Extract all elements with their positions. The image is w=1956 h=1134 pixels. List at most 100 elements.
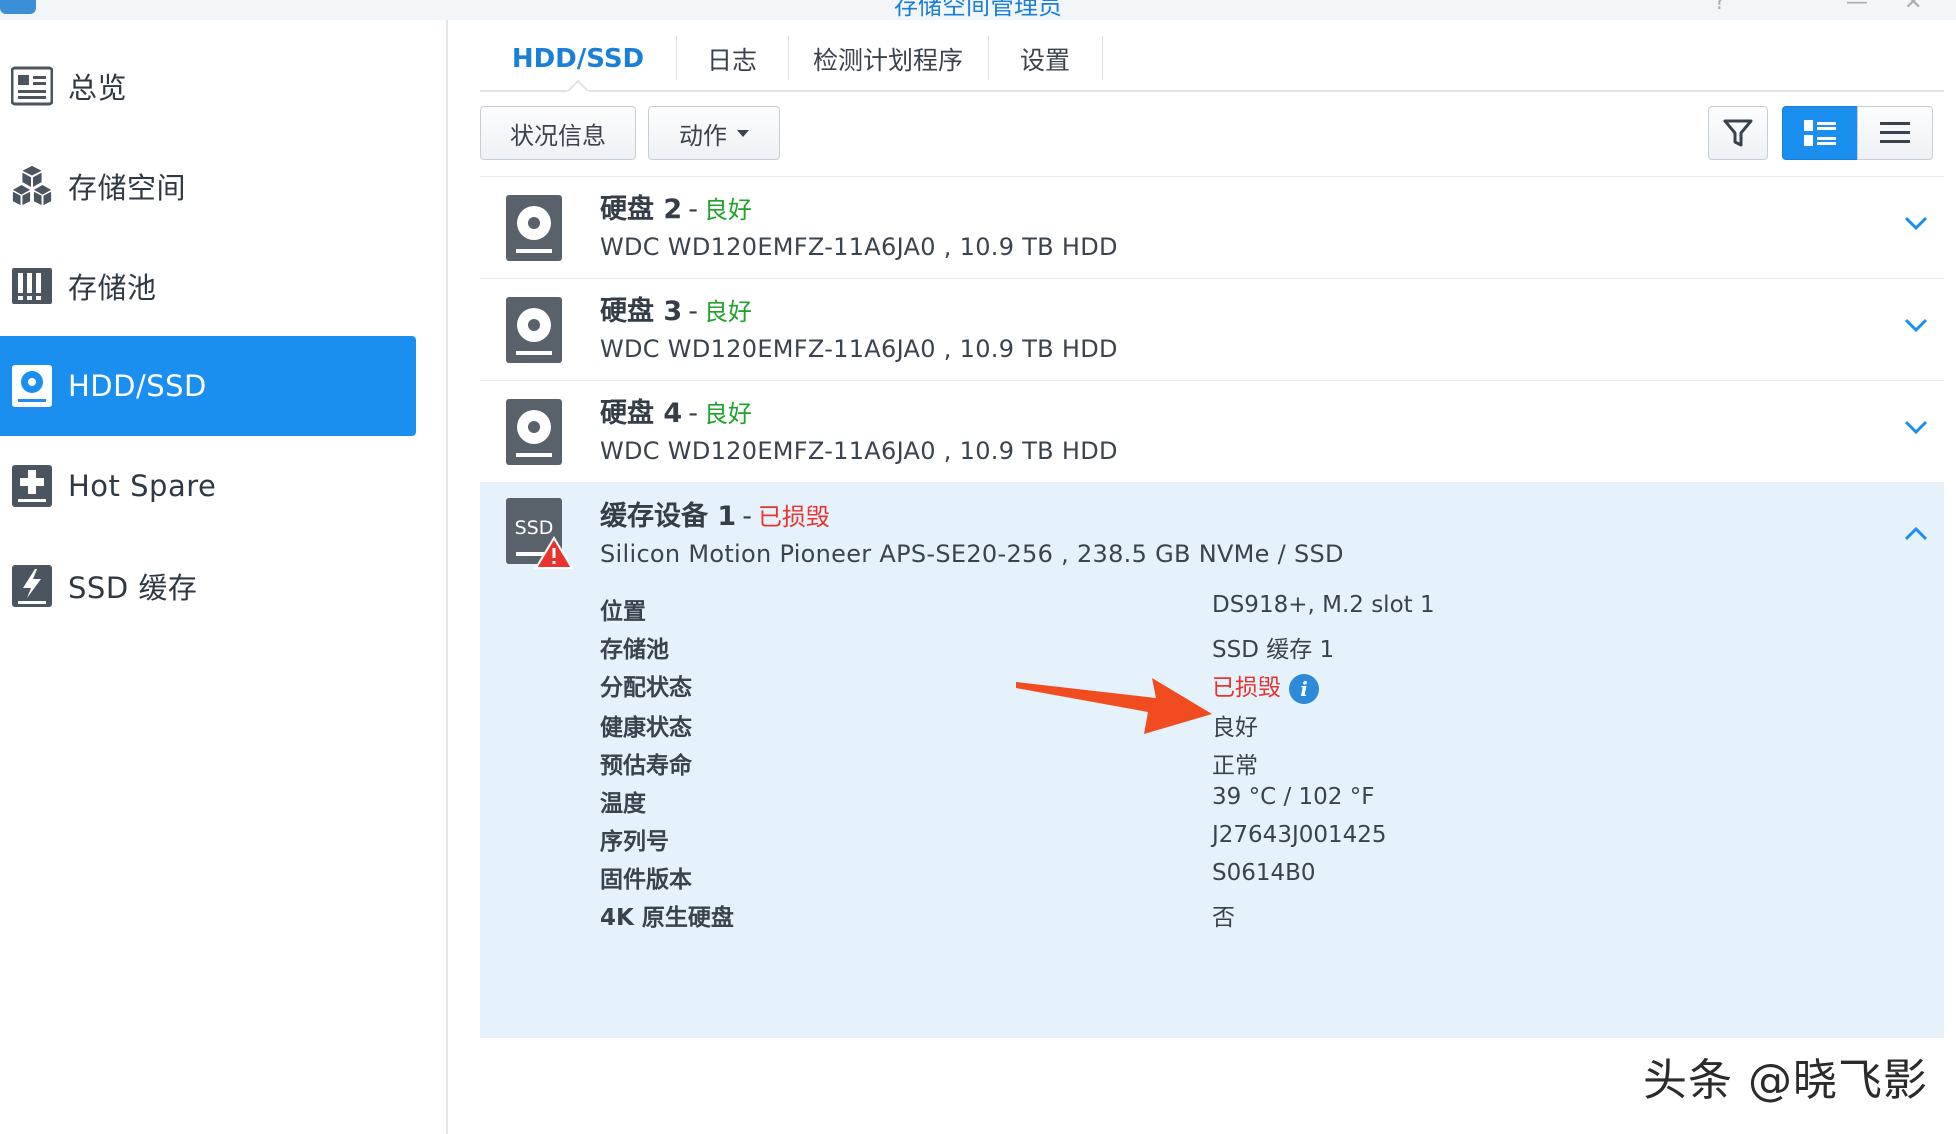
- ssd-cache-icon: [10, 564, 54, 608]
- detail-value: J27643J001425: [1212, 822, 1387, 848]
- detail-value: 39 °C / 102 °F: [1212, 784, 1375, 810]
- tab-label: 设置: [1019, 46, 1070, 75]
- disk-model: WDC WD120EMFZ-11A6JA0 , 10.9 TB HDD: [600, 335, 1118, 363]
- chevron-up-icon[interactable]: [1904, 526, 1928, 542]
- detail-view-button[interactable]: [1782, 106, 1858, 160]
- chevron-down-icon[interactable]: [1904, 215, 1928, 231]
- info-icon[interactable]: i: [1289, 673, 1319, 704]
- sidebar-item-storage-space[interactable]: 存储空间: [0, 136, 416, 236]
- detail-view-icon: [1804, 120, 1836, 146]
- sidebar-item-hot-spare[interactable]: Hot Spare: [0, 436, 416, 536]
- detail-value: DS918+, M.2 slot 1: [1212, 592, 1435, 618]
- detail-key: 温度: [600, 791, 646, 817]
- overview-icon: [10, 64, 54, 108]
- detail-row-storage-pool: 存储池 SSD 缓存 1: [600, 630, 1900, 670]
- tab-settings[interactable]: 设置: [988, 28, 1102, 90]
- tab-test-scheduler[interactable]: 检测计划程序: [788, 28, 988, 90]
- disk-name: 硬盘 2: [600, 194, 683, 225]
- sidebar-item-overview[interactable]: 总览: [0, 36, 416, 136]
- status-info-button[interactable]: 状况信息: [480, 106, 636, 160]
- detail-row-firmware: 固件版本 S0614B0: [600, 860, 1900, 900]
- disk-model: WDC WD120EMFZ-11A6JA0 , 10.9 TB HDD: [600, 233, 1118, 261]
- cache-device-title: 缓存设备 1- 已损毁: [600, 501, 830, 532]
- detail-row-temperature: 温度 39 °C / 102 °F: [600, 784, 1900, 824]
- close-icon[interactable]: ✕: [1904, 0, 1922, 15]
- minimize-icon[interactable]: —: [1846, 0, 1868, 15]
- hdd-icon: [506, 297, 562, 363]
- sidebar-item-label: SSD 缓存: [68, 571, 198, 605]
- active-tab-caret: [567, 80, 589, 92]
- detail-row-health-status: 健康状态 良好: [600, 708, 1900, 748]
- storage-pool-icon: [10, 264, 54, 308]
- detail-value: 正常: [1212, 753, 1258, 779]
- window-titlebar: 存储空间管理员 ? — ✕: [0, 0, 1956, 20]
- detail-value-wrap: 已损毁 i: [1212, 668, 1319, 704]
- cache-device-name: 缓存设备 1: [600, 501, 737, 532]
- disk-status: 良好: [703, 196, 752, 224]
- sidebar-item-label: 存储空间: [68, 171, 187, 205]
- detail-row-allocation-status: 分配状态 已损毁 i: [600, 668, 1900, 708]
- ssd-icon-text: SSD: [515, 517, 554, 539]
- hdd-icon: [506, 399, 562, 465]
- detail-key: 位置: [600, 599, 646, 625]
- cache-device-model: Silicon Motion Pioneer APS-SE20-256 , 23…: [600, 540, 1344, 568]
- tab-hdd-ssd[interactable]: HDD/SSD: [480, 28, 676, 92]
- action-label: 动作: [679, 121, 727, 150]
- watermark: 头条 @晓飞影: [1643, 1055, 1928, 1106]
- disk-name: 硬盘 3: [600, 296, 683, 327]
- main-panel: HDD/SSD 日志 检测计划程序 设置 状况信息 动作 硬盘 2 - 良好 W…: [480, 20, 1944, 1134]
- tab-bar: HDD/SSD 日志 检测计划程序 设置: [480, 28, 1944, 92]
- chevron-down-icon[interactable]: [1904, 419, 1928, 435]
- detail-value: 良好: [1212, 715, 1258, 741]
- sidebar-item-label: Hot Spare: [68, 469, 217, 503]
- disk-row[interactable]: 硬盘 2- 良好 WDC WD120EMFZ-11A6JA0 , 10.9 TB …: [480, 176, 1944, 279]
- sidebar: 总览 存储空间 存储池 HDD/SSD Hot Spare SSD 缓存: [0, 20, 448, 1134]
- disk-icon: [10, 364, 54, 408]
- disk-name: 硬盘 4: [600, 398, 683, 429]
- hot-spare-icon: [10, 464, 54, 508]
- detail-row-serial: 序列号 J27643J001425: [600, 822, 1900, 862]
- detail-row-estimated-life: 预估寿命 正常: [600, 746, 1900, 786]
- disk-status: 良好: [703, 298, 752, 326]
- action-dropdown-button[interactable]: 动作: [648, 106, 780, 160]
- detail-key: 4K 原生硬盘: [600, 905, 734, 931]
- annotation-arrow-icon: [1016, 678, 1212, 734]
- tab-label: 检测计划程序: [812, 46, 963, 75]
- detail-key: 序列号: [600, 829, 669, 855]
- help-icon[interactable]: ?: [1714, 0, 1726, 15]
- filter-button[interactable]: [1708, 106, 1768, 160]
- detail-key: 健康状态: [600, 715, 692, 741]
- disk-title: 硬盘 3- 良好: [600, 296, 752, 327]
- disk-status: 良好: [703, 400, 752, 428]
- tab-label: 日志: [706, 46, 757, 75]
- detail-value: 否: [1212, 905, 1235, 931]
- detail-row-4k-native: 4K 原生硬盘 否: [600, 898, 1900, 938]
- caret-down-icon: [737, 129, 749, 137]
- list-view-button[interactable]: [1857, 106, 1933, 160]
- filter-icon: [1723, 119, 1753, 147]
- detail-value: S0614B0: [1212, 860, 1316, 886]
- detail-row-location: 位置 DS918+, M.2 slot 1: [600, 592, 1900, 632]
- sidebar-item-storage-pool[interactable]: 存储池: [0, 236, 416, 336]
- tab-log[interactable]: 日志: [676, 28, 788, 90]
- hdd-icon: [506, 195, 562, 261]
- detail-value: SSD 缓存 1: [1212, 637, 1335, 663]
- disk-row[interactable]: 硬盘 3- 良好 WDC WD120EMFZ-11A6JA0 , 10.9 TB …: [480, 278, 1944, 381]
- tab-label: HDD/SSD: [511, 44, 645, 74]
- window-title: 存储空间管理员: [894, 0, 1062, 20]
- sidebar-item-hdd-ssd[interactable]: HDD/SSD: [0, 336, 416, 436]
- sidebar-item-label: HDD/SSD: [68, 369, 207, 403]
- sidebar-item-label: 存储池: [68, 271, 157, 305]
- storage-space-icon: [10, 164, 54, 208]
- detail-key: 分配状态: [600, 675, 692, 701]
- disk-row[interactable]: 硬盘 4- 良好 WDC WD120EMFZ-11A6JA0 , 10.9 TB …: [480, 380, 1944, 483]
- chevron-down-icon[interactable]: [1904, 317, 1928, 333]
- disk-title: 硬盘 4- 良好: [600, 398, 752, 429]
- disk-model: WDC WD120EMFZ-11A6JA0 , 10.9 TB HDD: [600, 437, 1118, 465]
- cache-device-panel[interactable]: SSD 缓存设备 1- 已损毁 Silicon Motion Pioneer AP…: [480, 482, 1944, 1038]
- detail-value: 已损毁: [1212, 675, 1281, 701]
- detail-key: 固件版本: [600, 867, 692, 893]
- sidebar-item-ssd-cache[interactable]: SSD 缓存: [0, 536, 416, 636]
- cache-device-status: 已损毁: [757, 503, 830, 531]
- sidebar-item-label: 总览: [68, 71, 128, 105]
